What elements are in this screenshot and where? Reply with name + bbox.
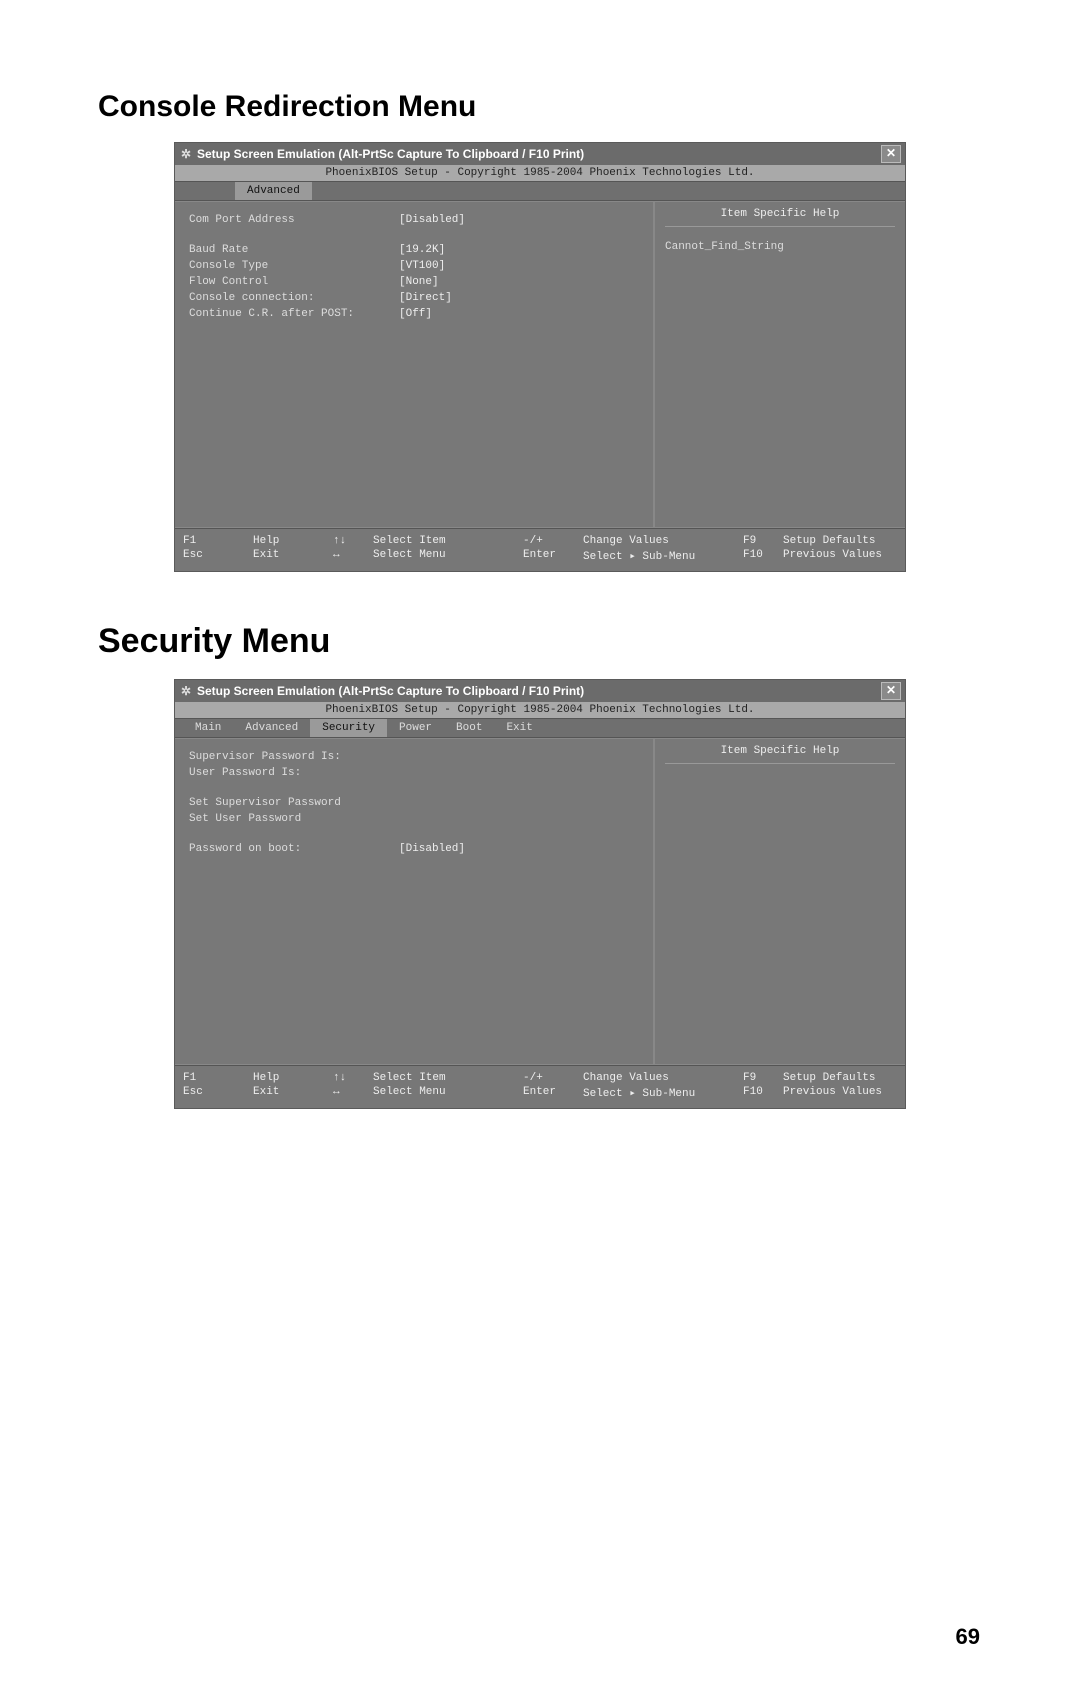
- key-esc: Esc: [183, 1086, 253, 1098]
- value-connection[interactable]: [Direct]: [399, 290, 452, 306]
- action-set-user-pw[interactable]: Set User Password: [189, 811, 399, 827]
- label-flow: Flow Control: [189, 274, 399, 290]
- tab-advanced[interactable]: Advanced: [233, 719, 310, 737]
- gear-icon: ✲: [179, 684, 193, 698]
- help-title: Item Specific Help: [665, 208, 895, 227]
- menubar: Main Advanced Security Power Boot Exit: [175, 718, 905, 738]
- bios-window-security: ✲ Setup Screen Emulation (Alt-PrtSc Capt…: [174, 679, 906, 1109]
- hint-previous-values: Previous Values: [783, 549, 897, 561]
- value-baud[interactable]: [19.2K]: [399, 242, 445, 258]
- settings-pane: Com Port Address [Disabled] Baud Rate [1…: [175, 202, 655, 527]
- value-flow[interactable]: [None]: [399, 274, 439, 290]
- menubar: Advanced: [175, 181, 905, 201]
- hint-change-values: Change Values: [583, 1072, 743, 1084]
- settings-pane: Supervisor Password Is: User Password Is…: [175, 739, 655, 1064]
- key-updown: ↑↓: [333, 535, 373, 547]
- close-icon[interactable]: ✕: [881, 682, 901, 700]
- titlebar: ✲ Setup Screen Emulation (Alt-PrtSc Capt…: [175, 143, 905, 165]
- tab-exit[interactable]: Exit: [494, 719, 544, 737]
- heading-security-menu: Security Menu: [98, 622, 982, 661]
- gear-icon: ✲: [179, 147, 193, 161]
- value-continue-cr[interactable]: [Off]: [399, 306, 432, 322]
- key-f1: F1: [183, 535, 253, 547]
- help-body: Cannot_Find_String: [665, 241, 895, 253]
- help-pane: Item Specific Help Cannot_Find_String: [655, 202, 905, 527]
- value-com-port[interactable]: [Disabled]: [399, 212, 465, 228]
- tab-power[interactable]: Power: [387, 719, 444, 737]
- hint-select-sub: Select ▸ Sub-Menu: [583, 1086, 743, 1100]
- key-f9: F9: [743, 535, 783, 547]
- value-password-on-boot[interactable]: [Disabled]: [399, 841, 465, 857]
- label-baud: Baud Rate: [189, 242, 399, 258]
- label-connection: Console connection:: [189, 290, 399, 306]
- footer-bar: F1 Esc Help Exit ↑↓ ↔ Select Item Select…: [175, 528, 905, 571]
- label-password-on-boot: Password on boot:: [189, 841, 399, 857]
- key-leftright: ↔: [333, 1086, 373, 1098]
- copyright-bar: PhoenixBIOS Setup - Copyright 1985-2004 …: [175, 165, 905, 181]
- key-f10: F10: [743, 1086, 783, 1098]
- label-user-pw-is: User Password Is:: [189, 765, 399, 781]
- key-f1: F1: [183, 1072, 253, 1084]
- titlebar: ✲ Setup Screen Emulation (Alt-PrtSc Capt…: [175, 680, 905, 702]
- hint-select-item: Select Item: [373, 535, 523, 547]
- footer-bar: F1 Esc Help Exit ↑↓ ↔ Select Item Select…: [175, 1065, 905, 1108]
- key-updown: ↑↓: [333, 1072, 373, 1084]
- label-console-type: Console Type: [189, 258, 399, 274]
- hint-previous-values: Previous Values: [783, 1086, 897, 1098]
- hint-change-values: Change Values: [583, 535, 743, 547]
- key-minus-plus: -/+: [523, 1072, 583, 1084]
- key-f10: F10: [743, 549, 783, 561]
- hint-help: Help: [253, 1072, 333, 1084]
- tab-main[interactable]: Main: [183, 719, 233, 737]
- hint-exit: Exit: [253, 1086, 333, 1098]
- window-title: Setup Screen Emulation (Alt-PrtSc Captur…: [197, 147, 881, 161]
- value-console-type[interactable]: [VT100]: [399, 258, 445, 274]
- close-icon[interactable]: ✕: [881, 145, 901, 163]
- label-com-port: Com Port Address: [189, 212, 399, 228]
- help-title: Item Specific Help: [665, 745, 895, 764]
- tab-security[interactable]: Security: [310, 719, 387, 737]
- hint-select-item: Select Item: [373, 1072, 523, 1084]
- label-supervisor-pw-is: Supervisor Password Is:: [189, 749, 399, 765]
- key-enter: Enter: [523, 1086, 583, 1098]
- hint-select-menu: Select Menu: [373, 1086, 523, 1098]
- label-continue-cr: Continue C.R. after POST:: [189, 306, 399, 322]
- bios-window-console: ✲ Setup Screen Emulation (Alt-PrtSc Capt…: [174, 142, 906, 572]
- heading-console-redirection: Console Redirection Menu: [98, 90, 982, 124]
- copyright-bar: PhoenixBIOS Setup - Copyright 1985-2004 …: [175, 702, 905, 718]
- key-f9: F9: [743, 1072, 783, 1084]
- key-enter: Enter: [523, 549, 583, 561]
- key-esc: Esc: [183, 549, 253, 561]
- key-leftright: ↔: [333, 549, 373, 561]
- tab-boot[interactable]: Boot: [444, 719, 494, 737]
- hint-select-sub: Select ▸ Sub-Menu: [583, 549, 743, 563]
- hint-select-menu: Select Menu: [373, 549, 523, 561]
- hint-setup-defaults: Setup Defaults: [783, 535, 897, 547]
- action-set-supervisor-pw[interactable]: Set Supervisor Password: [189, 795, 399, 811]
- hint-help: Help: [253, 535, 333, 547]
- page-number: 69: [956, 1624, 980, 1650]
- key-minus-plus: -/+: [523, 535, 583, 547]
- hint-exit: Exit: [253, 549, 333, 561]
- window-title: Setup Screen Emulation (Alt-PrtSc Captur…: [197, 684, 881, 698]
- help-pane: Item Specific Help: [655, 739, 905, 1064]
- hint-setup-defaults: Setup Defaults: [783, 1072, 897, 1084]
- tab-advanced[interactable]: Advanced: [235, 182, 312, 200]
